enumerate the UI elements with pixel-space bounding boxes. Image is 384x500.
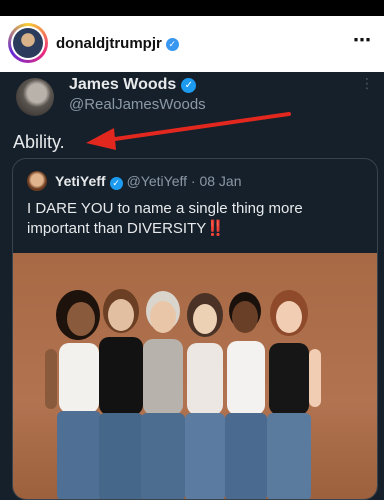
quoted-author-handle: @YetiYeff (126, 173, 188, 189)
tweet-more-icon: ⋮ (360, 75, 374, 91)
person-5 (225, 292, 267, 499)
person-1 (45, 290, 101, 499)
quoted-tweet: YetiYeff ✓ @YetiYeff · 08 Jan I DARE YOU t… (12, 158, 378, 500)
profile-username[interactable]: donaldjtrumpjr ✓ (56, 35, 179, 52)
person-6 (267, 290, 321, 499)
verified-badge-icon: ✓ (165, 38, 179, 51)
instagram-header: donaldjtrumpjr ✓ ⋯ (0, 16, 384, 72)
quoted-author-avatar (27, 171, 47, 191)
person-3 (141, 291, 185, 499)
tweet-author-avatar (16, 78, 54, 116)
group-photo (13, 253, 377, 499)
double-exclamation-icon: ‼️ (206, 220, 225, 237)
person-4 (185, 293, 225, 499)
more-options-icon[interactable]: ⋯ (353, 30, 372, 51)
verified-badge-icon: ✓ (181, 78, 197, 93)
post-image: James Woods ✓ @RealJamesWoods ⋮ Ability. … (0, 72, 384, 500)
avatar-image (13, 28, 43, 58)
quoted-tweet-date: 08 Jan (199, 173, 242, 189)
tweet-text: Ability. (13, 132, 65, 152)
quoted-author-line: YetiYeff ✓ @YetiYeff · 08 Jan (55, 173, 242, 190)
tweet-author-name: James Woods ✓ (69, 76, 197, 94)
red-arrow-icon (86, 112, 291, 150)
profile-avatar[interactable] (8, 23, 48, 63)
quoted-tweet-text: I DARE YOU to name a single thing more i… (27, 200, 303, 237)
person-2 (99, 289, 143, 499)
group-of-women-illustration (45, 289, 321, 499)
verified-badge-icon: ✓ (109, 177, 123, 190)
